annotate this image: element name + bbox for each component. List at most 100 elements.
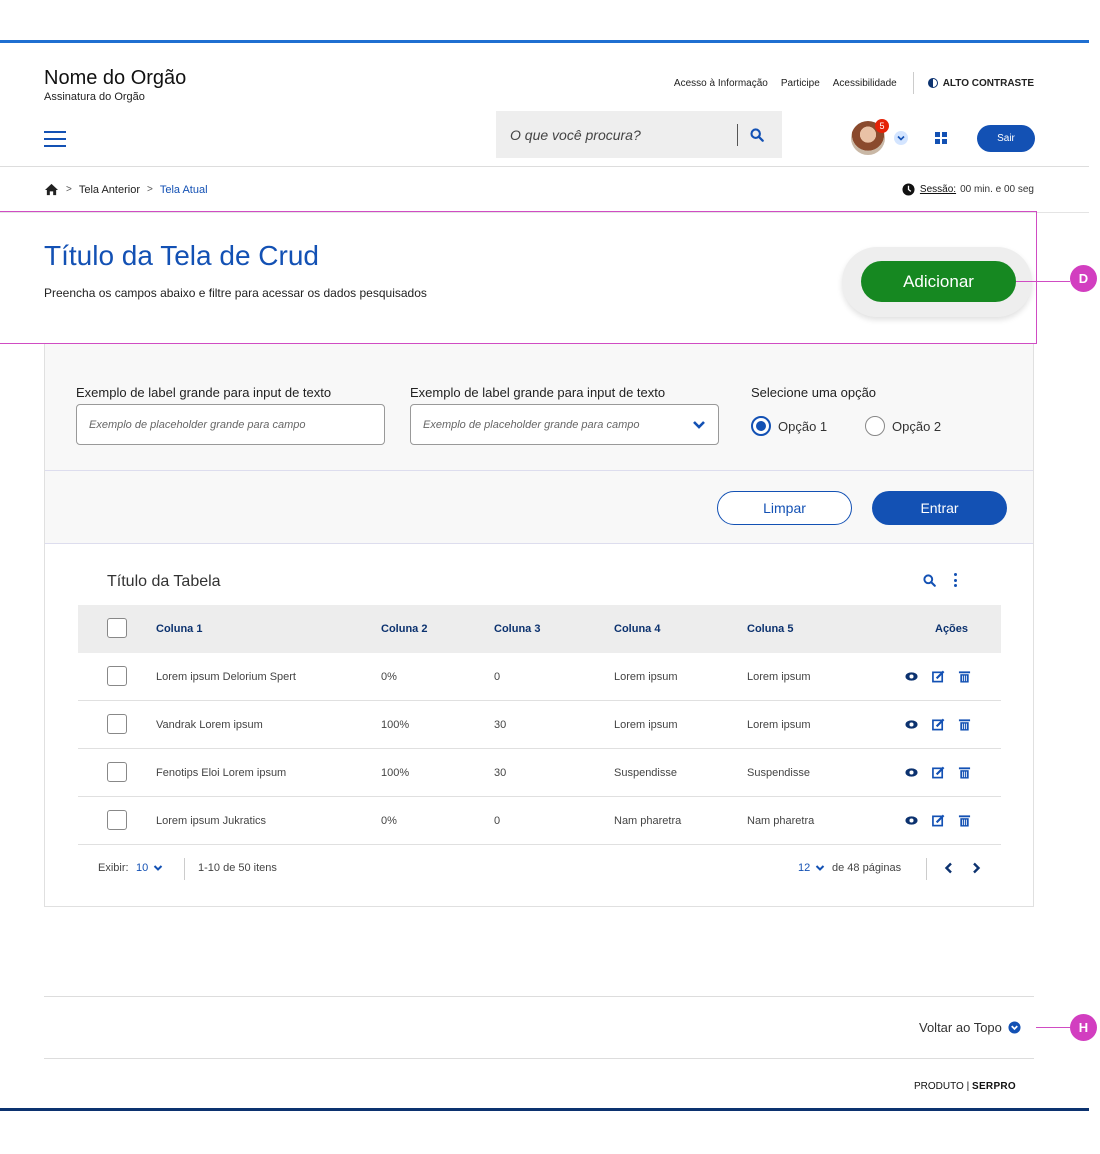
search-icon[interactable]	[750, 127, 764, 142]
breadcrumb-chevron-icon: >	[66, 184, 72, 195]
breadcrumb-previous[interactable]: Tela Anterior	[79, 184, 140, 196]
radio-group-label: Selecione uma opção	[751, 385, 877, 400]
select-input-field[interactable]: Exemplo de placeholder grande para campo	[410, 404, 719, 445]
clock-icon	[902, 183, 915, 196]
radio-option-1[interactable]: Opção 1	[751, 416, 827, 436]
page-select[interactable]: 12	[798, 862, 825, 874]
table-cell: 0%	[381, 815, 397, 827]
link-access-information[interactable]: Acesso à Informação	[674, 78, 768, 89]
home-icon[interactable]	[44, 183, 59, 196]
select-input-label: Exemplo de label grande para input de te…	[410, 385, 666, 400]
search-icon[interactable]	[923, 573, 936, 587]
table-row: Lorem ipsum Delorium Spert 0% 0 Lorem ip…	[78, 653, 1001, 701]
link-accessibility[interactable]: Acessibilidade	[833, 78, 897, 89]
table-cell: Lorem ipsum	[747, 719, 811, 731]
view-eye-icon[interactable]	[905, 718, 918, 731]
annotation-line	[1036, 1027, 1070, 1028]
back-to-top-link[interactable]: Voltar ao Topo	[919, 1020, 1021, 1035]
pagination-divider	[926, 858, 927, 880]
header-links: Acesso à Informação Participe Acessibili…	[661, 72, 1034, 94]
filter-bottom-line	[45, 543, 1033, 544]
delete-trash-icon[interactable]	[958, 766, 971, 779]
table-title: Título da Tabela	[107, 573, 221, 590]
radio-checked-icon	[751, 416, 771, 436]
search-input[interactable]	[496, 126, 737, 143]
edit-icon[interactable]	[932, 718, 945, 731]
page-size-value: 10	[136, 862, 149, 874]
top-accent-line	[0, 40, 1089, 43]
view-eye-icon[interactable]	[905, 814, 918, 827]
chevron-left-icon[interactable]	[943, 862, 955, 874]
bottom-accent-line	[0, 1108, 1089, 1111]
table-cell: 30	[494, 767, 507, 779]
logout-button[interactable]: Sair	[977, 125, 1035, 152]
chevron-down-icon	[816, 865, 825, 871]
table-header: Coluna 1 Coluna 2 Coluna 3 Coluna 4 Colu…	[78, 605, 1001, 653]
select-placeholder: Exemplo de placeholder grande para campo	[423, 418, 640, 431]
chevron-down-icon[interactable]	[894, 131, 908, 145]
radio-option-2-label: Opção 2	[892, 418, 942, 434]
edit-icon[interactable]	[932, 670, 945, 683]
user-avatar-button[interactable]: 5	[851, 119, 889, 155]
annotation-line	[1016, 281, 1070, 282]
view-eye-icon[interactable]	[905, 766, 918, 779]
table-cell: Lorem ipsum	[747, 671, 811, 683]
page-size-select[interactable]: 10	[136, 862, 163, 874]
contrast-icon	[927, 78, 938, 88]
header-divider	[912, 72, 914, 94]
delete-trash-icon[interactable]	[958, 670, 971, 683]
footer-top-line	[44, 996, 1034, 997]
view-eye-icon[interactable]	[905, 670, 918, 683]
footer-divider-line	[44, 1058, 1034, 1059]
crud-card: Exemplo de label grande para input de te…	[44, 344, 1034, 907]
clear-button[interactable]: Limpar	[717, 491, 852, 525]
breadcrumb: > Tela Anterior > Tela Atual	[44, 183, 208, 196]
text-input-label: Exemplo de label grande para input de te…	[76, 385, 332, 400]
filter-divider	[45, 470, 1033, 471]
edit-icon[interactable]	[932, 814, 945, 827]
search-divider	[737, 123, 738, 146]
row-checkbox[interactable]	[107, 714, 127, 734]
hamburger-menu-icon[interactable]	[44, 131, 66, 147]
row-checkbox[interactable]	[107, 810, 127, 830]
more-options-icon[interactable]	[954, 573, 958, 587]
filter-area: Exemplo de label grande para input de te…	[45, 344, 1033, 544]
chevron-right-icon[interactable]	[970, 862, 982, 874]
link-participe[interactable]: Participe	[781, 78, 820, 89]
radio-unchecked-icon	[865, 416, 885, 436]
row-checkbox[interactable]	[107, 762, 127, 782]
notification-badge: 5	[875, 119, 889, 133]
select-all-checkbox[interactable]	[107, 618, 127, 638]
contrast-label: ALTO CONTRASTE	[942, 77, 1034, 89]
column-header[interactable]: Coluna 4	[614, 623, 660, 635]
breadcrumb-chevron-icon: >	[147, 184, 153, 195]
delete-trash-icon[interactable]	[958, 718, 971, 731]
row-checkbox[interactable]	[107, 666, 127, 686]
high-contrast-toggle[interactable]: ALTO CONTRASTE	[927, 77, 1034, 89]
chevron-circle-down-icon	[1008, 1021, 1021, 1034]
column-header[interactable]: Coluna 3	[494, 623, 540, 635]
session-value: 00 min. e 00 seg	[960, 184, 1034, 195]
table-cell: 0	[494, 671, 501, 683]
column-header[interactable]: Coluna 5	[747, 623, 793, 635]
annotation-marker-d: D	[1070, 265, 1097, 292]
column-header[interactable]: Coluna 1	[156, 623, 202, 635]
delete-trash-icon[interactable]	[958, 814, 971, 827]
table-toolbar	[923, 573, 958, 587]
chevron-down-icon	[693, 420, 705, 429]
column-header[interactable]: Coluna 2	[381, 623, 427, 635]
table-cell: Vandrak Lorem ipsum	[156, 719, 263, 731]
back-to-top-label: Voltar ao Topo	[919, 1020, 1002, 1035]
table-cell: Suspendisse	[747, 767, 810, 779]
footer-brand: PRODUTO | SERPRO	[914, 1081, 1016, 1092]
radio-option-2[interactable]: Opção 2	[865, 416, 941, 436]
edit-icon[interactable]	[932, 766, 945, 779]
add-button[interactable]: Adicionar	[861, 261, 1016, 302]
text-input-field[interactable]	[76, 404, 385, 445]
org-name: Nome do Orgão	[44, 67, 187, 89]
apps-grid-icon[interactable]	[935, 132, 947, 144]
table-row: Fenotips Eloi Lorem ipsum 100% 30 Suspen…	[78, 749, 1001, 797]
submit-button[interactable]: Entrar	[872, 491, 1007, 525]
table-cell: Lorem ipsum Delorium Spert	[156, 671, 296, 683]
brand-name: SERPRO	[971, 1081, 1017, 1092]
